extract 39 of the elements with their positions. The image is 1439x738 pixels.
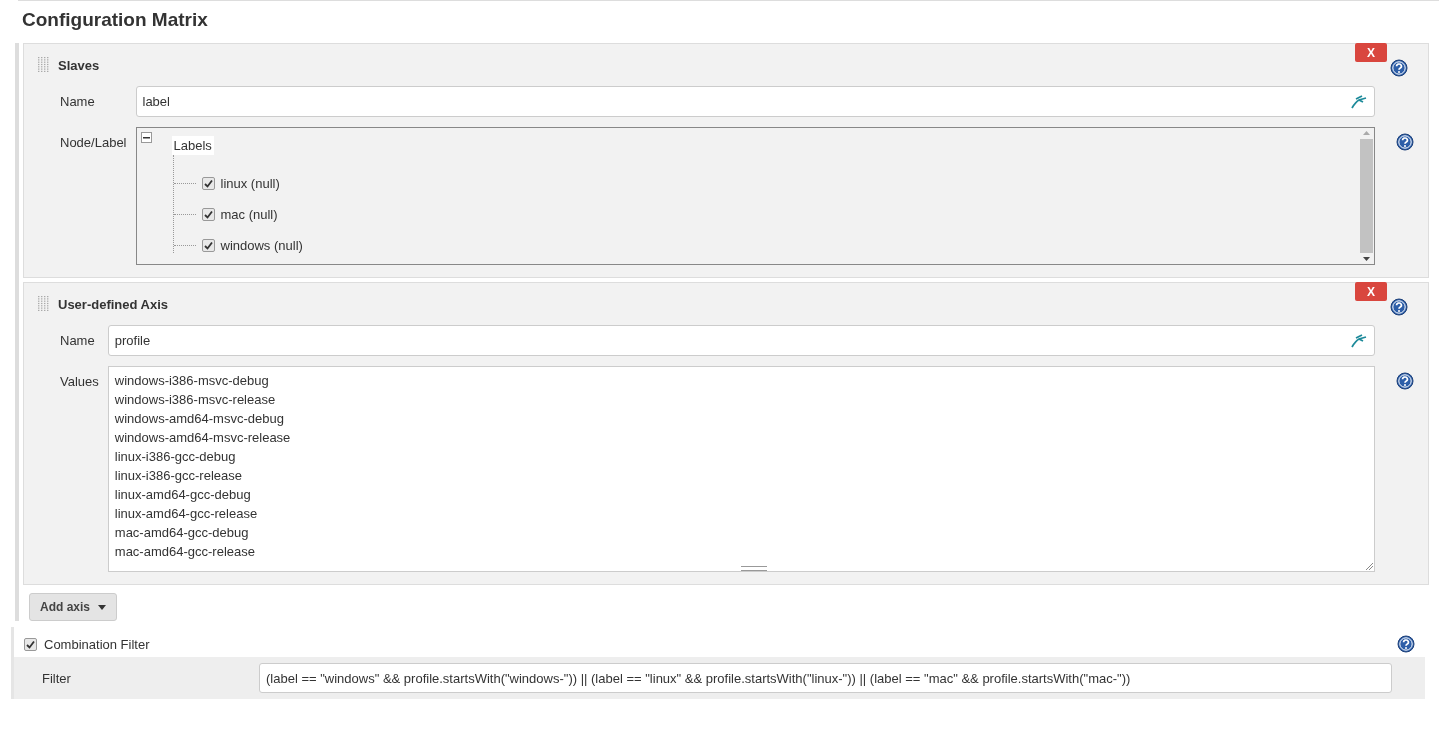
help-icon[interactable] bbox=[1396, 372, 1414, 390]
checkbox[interactable] bbox=[201, 177, 215, 190]
autocomplete-icon bbox=[1350, 94, 1368, 109]
field-label: Values bbox=[60, 373, 99, 389]
name-field[interactable]: profile bbox=[107, 325, 1375, 356]
help-icon[interactable] bbox=[1390, 297, 1408, 316]
help-icon[interactable] bbox=[1390, 58, 1408, 77]
field-label: Name bbox=[60, 93, 96, 109]
checkbox[interactable] bbox=[201, 208, 215, 221]
caret-icon bbox=[98, 604, 106, 610]
resize-grip-icon[interactable] bbox=[741, 566, 768, 571]
filter-field[interactable]: (label == "windows" && profile.startsWith("windows-")) || (label == "linux" && profile.startsWith("linux-")) || (label == "mac" && profile.startsWith("mac-")) bbox=[259, 663, 1392, 693]
collapse-icon[interactable] bbox=[140, 132, 152, 143]
section-heading: User-defined Axis bbox=[58, 296, 169, 312]
tree-node[interactable]: Labels bbox=[171, 136, 214, 155]
checkbox-label: Combination Filter bbox=[44, 636, 150, 652]
tree-node[interactable]: windows (null) bbox=[220, 238, 303, 253]
field-label: Name bbox=[60, 332, 96, 348]
tree-node[interactable]: mac (null) bbox=[220, 207, 278, 222]
field-label: Filter bbox=[42, 670, 72, 686]
section-heading: Slaves bbox=[58, 57, 100, 73]
page-title: Configuration Matrix bbox=[22, 9, 209, 31]
scrollbar[interactable] bbox=[1359, 128, 1374, 264]
field-label: Node/Label bbox=[60, 134, 127, 150]
help-icon[interactable] bbox=[1397, 635, 1415, 653]
tree-node[interactable]: linux (null) bbox=[220, 176, 280, 191]
checkbox[interactable] bbox=[201, 239, 215, 252]
delete-button[interactable]: X bbox=[1355, 282, 1387, 301]
delete-button[interactable]: X bbox=[1355, 43, 1387, 62]
autocomplete-icon bbox=[1350, 333, 1368, 348]
name-field[interactable]: label bbox=[135, 86, 1375, 117]
drag-handle-icon[interactable] bbox=[38, 296, 50, 312]
checkbox[interactable] bbox=[24, 637, 37, 651]
drag-handle-icon[interactable] bbox=[38, 57, 50, 73]
help-icon[interactable] bbox=[1396, 133, 1414, 151]
resize-corner-icon[interactable] bbox=[1365, 562, 1373, 570]
values-field[interactable]: windows-i386-msvc-debug windows-i386-msvc-release windows-amd64-msvc-debug windows-amd64-msvc-release linux-i386-gcc-debug linux-i386-gcc-release linux-amd64-gcc-debug linux-amd64-gcc-release mac-amd64-gcc-debug mac-amd64-gcc-release bbox=[107, 366, 1375, 572]
add-axis-button[interactable]: Add axis bbox=[29, 593, 117, 621]
scroll-down-icon[interactable] bbox=[1363, 257, 1370, 261]
